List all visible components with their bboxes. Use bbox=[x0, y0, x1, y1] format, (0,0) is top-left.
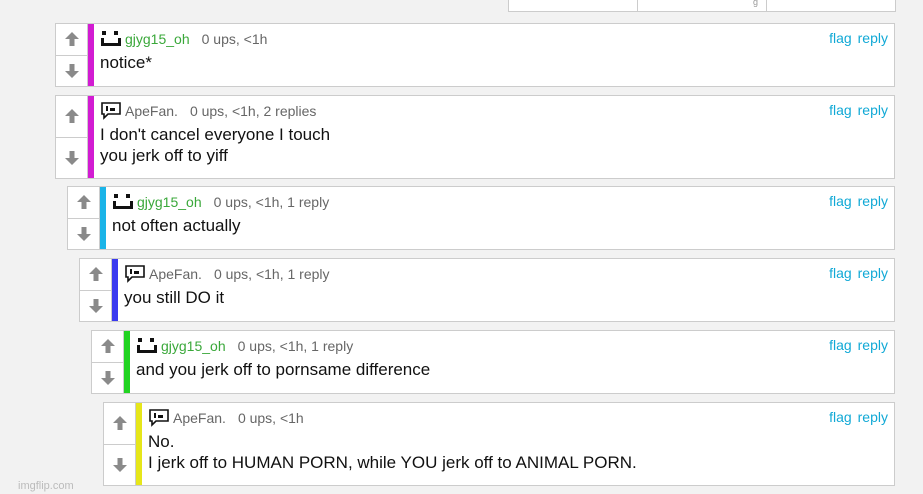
comment-text: and you jerk off to pornsame difference bbox=[136, 360, 431, 379]
comment: ApeFan. 0 ups, <1h, 1 reply flag reply yo… bbox=[79, 258, 895, 322]
downvote-arrow-icon[interactable] bbox=[104, 445, 135, 486]
reply-link[interactable]: reply bbox=[858, 265, 888, 281]
downvote-arrow-icon[interactable] bbox=[56, 56, 87, 87]
reply-link[interactable]: reply bbox=[858, 102, 888, 118]
comment-content: ApeFan. 0 ups, <1h, 1 reply flag reply yo… bbox=[118, 259, 894, 321]
speech-icon[interactable] bbox=[124, 265, 146, 283]
downvote-arrow-icon[interactable] bbox=[68, 219, 99, 250]
upvote-arrow-icon[interactable] bbox=[56, 96, 87, 138]
face-icon[interactable] bbox=[100, 30, 122, 48]
downvote-arrow-icon[interactable] bbox=[80, 291, 111, 322]
flag-link[interactable]: flag bbox=[829, 102, 852, 118]
comment-text: I jerk off to HUMAN PORN, while YOU jerk… bbox=[148, 453, 637, 472]
comment-actions: flag reply bbox=[823, 193, 888, 209]
comment: gjyg15_oh 0 ups, <1h, 1 reply flag reply … bbox=[67, 186, 895, 250]
upvote-arrow-icon[interactable] bbox=[68, 187, 99, 219]
comment-text: I don't cancel everyone I touch bbox=[100, 125, 331, 144]
comment-text: you still DO it bbox=[124, 288, 225, 307]
username[interactable]: ApeFan. bbox=[173, 410, 226, 426]
username[interactable]: gjyg15_oh bbox=[161, 338, 226, 354]
comment-content: ApeFan. 0 ups, <1h flag reply No. I jerk … bbox=[142, 403, 894, 485]
reply-link[interactable]: reply bbox=[858, 337, 888, 353]
toolbar-segment[interactable] bbox=[767, 0, 895, 11]
comment-header: ApeFan. 0 ups, <1h bbox=[148, 407, 888, 429]
flag-link[interactable]: flag bbox=[829, 30, 852, 46]
face-icon[interactable] bbox=[136, 337, 158, 355]
reply-link[interactable]: reply bbox=[858, 30, 888, 46]
comment: gjyg15_oh 0 ups, <1h flag reply notice* bbox=[55, 23, 895, 87]
comment-body: and you jerk off to pornsame difference bbox=[136, 359, 888, 380]
reply-link[interactable]: reply bbox=[858, 409, 888, 425]
downvote-arrow-icon[interactable] bbox=[92, 363, 123, 394]
toolbar-segment[interactable] bbox=[509, 0, 638, 11]
comment-body: I don't cancel everyone I touch you jerk… bbox=[100, 124, 888, 166]
comment-header: gjyg15_oh 0 ups, <1h, 1 reply bbox=[136, 335, 888, 357]
flag-link[interactable]: flag bbox=[829, 337, 852, 353]
speech-icon[interactable] bbox=[148, 409, 170, 427]
comment-text: notice* bbox=[100, 53, 152, 72]
comment-meta: 0 ups, <1h, 1 reply bbox=[213, 266, 330, 282]
comment-content: gjyg15_oh 0 ups, <1h flag reply notice* bbox=[94, 24, 894, 86]
username[interactable]: ApeFan. bbox=[125, 103, 178, 119]
comment-body: No. I jerk off to HUMAN PORN, while YOU … bbox=[148, 431, 888, 473]
comment-actions: flag reply bbox=[823, 337, 888, 353]
vote-column bbox=[56, 96, 88, 178]
comment-meta: 0 ups, <1h, 1 reply bbox=[237, 338, 354, 354]
upvote-arrow-icon[interactable] bbox=[56, 24, 87, 56]
username[interactable]: ApeFan. bbox=[149, 266, 202, 282]
comment-content: gjyg15_oh 0 ups, <1h, 1 reply flag reply … bbox=[130, 331, 894, 393]
comment-meta: 0 ups, <1h, 1 reply bbox=[213, 194, 330, 210]
comment: ApeFan. 0 ups, <1h, 2 replies flag reply … bbox=[55, 95, 895, 179]
face-icon[interactable] bbox=[112, 193, 134, 211]
downvote-arrow-icon[interactable] bbox=[56, 138, 87, 179]
vote-column bbox=[56, 24, 88, 86]
username[interactable]: gjyg15_oh bbox=[125, 31, 190, 47]
vote-column bbox=[104, 403, 136, 485]
comment-header: gjyg15_oh 0 ups, <1h, 1 reply bbox=[112, 191, 888, 213]
flag-link[interactable]: flag bbox=[829, 265, 852, 281]
username[interactable]: gjyg15_oh bbox=[137, 194, 202, 210]
comment-actions: flag reply bbox=[823, 265, 888, 281]
comment-actions: flag reply bbox=[823, 102, 888, 118]
top-toolbar: g bbox=[508, 0, 896, 12]
comment-meta: 0 ups, <1h bbox=[201, 31, 268, 47]
comment: gjyg15_oh 0 ups, <1h, 1 reply flag reply … bbox=[91, 330, 895, 394]
vote-column bbox=[68, 187, 100, 249]
comment-actions: flag reply bbox=[823, 30, 888, 46]
comment-header: ApeFan. 0 ups, <1h, 2 replies bbox=[100, 100, 888, 122]
flag-link[interactable]: flag bbox=[829, 409, 852, 425]
comment-text: not often actually bbox=[112, 216, 241, 235]
upvote-arrow-icon[interactable] bbox=[104, 403, 135, 445]
comment-content: gjyg15_oh 0 ups, <1h, 1 reply flag reply … bbox=[106, 187, 894, 249]
comment-text: you jerk off to yiff bbox=[100, 146, 228, 165]
comment-content: ApeFan. 0 ups, <1h, 2 replies flag reply … bbox=[94, 96, 894, 178]
comment: ApeFan. 0 ups, <1h flag reply No. I jerk … bbox=[103, 402, 895, 486]
toolbar-segment[interactable]: g bbox=[638, 0, 767, 11]
comment-header: gjyg15_oh 0 ups, <1h bbox=[100, 28, 888, 50]
comment-meta: 0 ups, <1h bbox=[237, 410, 304, 426]
watermark: imgflip.com bbox=[18, 480, 74, 492]
comment-header: ApeFan. 0 ups, <1h, 1 reply bbox=[124, 263, 888, 285]
vote-column bbox=[92, 331, 124, 393]
flag-link[interactable]: flag bbox=[829, 193, 852, 209]
comment-text: No. bbox=[148, 432, 175, 451]
vote-column bbox=[80, 259, 112, 321]
comment-meta: 0 ups, <1h, 2 replies bbox=[189, 103, 317, 119]
comment-actions: flag reply bbox=[823, 409, 888, 425]
comment-body: not often actually bbox=[112, 215, 888, 236]
comment-body: notice* bbox=[100, 52, 888, 73]
comment-body: you still DO it bbox=[124, 287, 888, 308]
toolbar-glyph: g bbox=[752, 0, 758, 7]
upvote-arrow-icon[interactable] bbox=[80, 259, 111, 291]
reply-link[interactable]: reply bbox=[858, 193, 888, 209]
speech-icon[interactable] bbox=[100, 102, 122, 120]
upvote-arrow-icon[interactable] bbox=[92, 331, 123, 363]
